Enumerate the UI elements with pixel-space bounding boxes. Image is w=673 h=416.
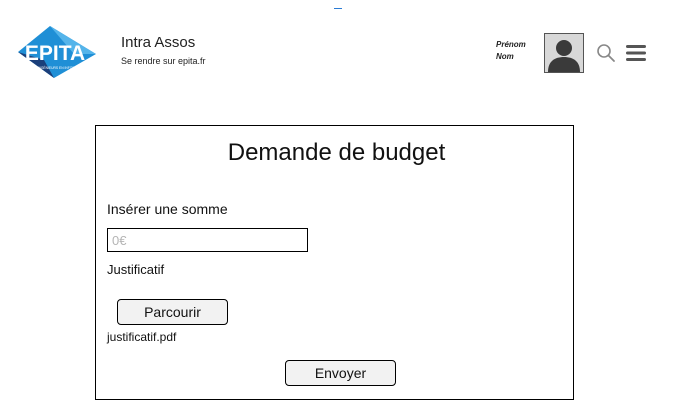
epita-logo[interactable]: EPITA ÉCOLE D'INGÉNIEURS EN INFORMATIQUE (14, 24, 98, 80)
avatar[interactable] (544, 33, 584, 73)
amount-label: Insérer une somme (107, 201, 228, 217)
search-icon[interactable] (596, 43, 616, 63)
user-first-name: Prénom (496, 40, 526, 49)
selected-file-name: justificatif.pdf (107, 330, 177, 344)
budget-request-panel (95, 125, 574, 400)
submit-button[interactable]: Envoyer (285, 360, 396, 386)
amount-input[interactable] (107, 228, 308, 252)
user-silhouette-icon (548, 40, 580, 72)
attachment-label: Justificatif (107, 262, 165, 277)
top-divider-mark (334, 8, 342, 9)
browse-button[interactable]: Parcourir (117, 299, 228, 325)
hamburger-menu-icon[interactable] (625, 44, 647, 62)
logo-text: EPITA (25, 42, 85, 65)
user-last-name: Nom (496, 52, 514, 61)
app-title: Intra Assos (121, 34, 196, 51)
epita-site-link[interactable]: Se rendre sur epita.fr (121, 56, 206, 66)
user-name-block: Prénom Nom (496, 39, 540, 63)
logo-tagline: ÉCOLE D'INGÉNIEURS EN INFORMATIQUE (22, 65, 90, 70)
